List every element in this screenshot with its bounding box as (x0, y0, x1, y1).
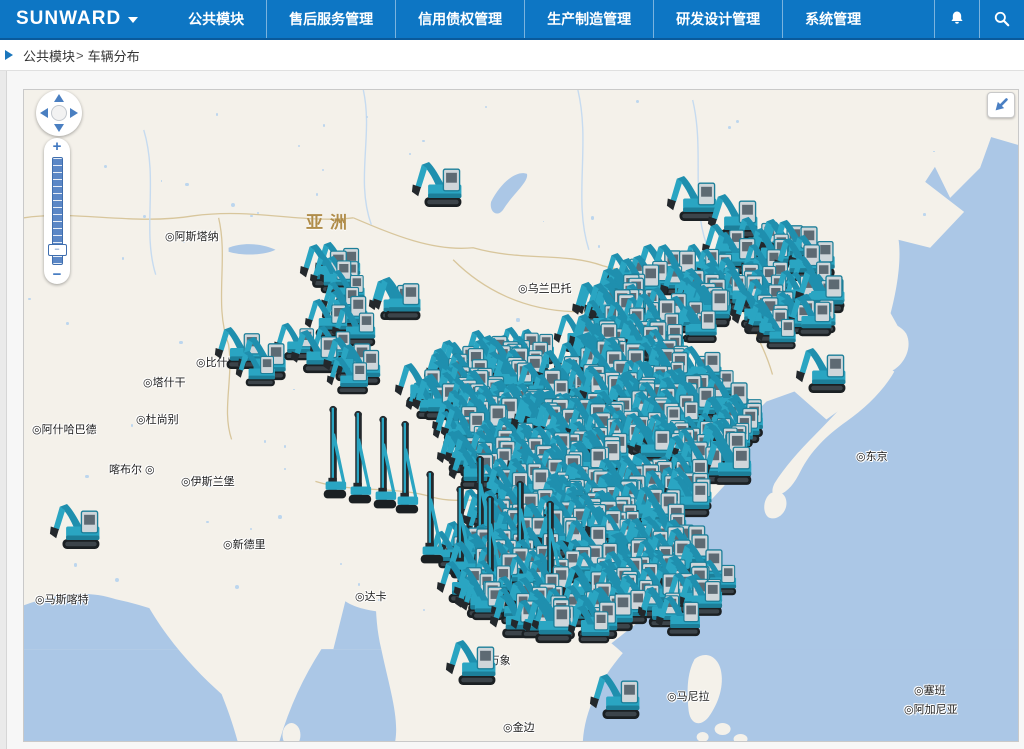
vehicle-marker-excavator[interactable] (326, 356, 371, 395)
vehicle-marker-excavator[interactable] (567, 605, 613, 644)
header-actions (934, 0, 1024, 38)
pan-right-arrow-icon[interactable] (70, 108, 78, 118)
menu-item-0[interactable]: 公共模块 (166, 0, 266, 38)
pan-down-arrow-icon[interactable] (54, 124, 64, 132)
vehicle-marker-drill-rig[interactable] (392, 420, 420, 518)
vehicle-marker-excavator[interactable] (795, 347, 849, 394)
vehicle-marker-drill-rig[interactable] (320, 405, 348, 503)
zoom-slider-track[interactable]: − (52, 157, 63, 265)
vehicle-marker-excavator[interactable] (49, 503, 103, 550)
breadcrumb-bar: 公共模块 > 车辆分布 (0, 40, 1024, 71)
pan-left-arrow-icon[interactable] (40, 108, 48, 118)
vehicle-markers-layer (24, 90, 1018, 741)
breadcrumb-separator: > (76, 48, 84, 63)
bell-icon (947, 9, 967, 29)
map-zoom-control[interactable]: + − − (44, 138, 70, 284)
menu-item-1[interactable]: 售后服务管理 (266, 0, 395, 38)
vehicle-marker-drill-rig[interactable] (417, 470, 445, 568)
vehicle-marker-excavator[interactable] (756, 313, 798, 350)
zoom-slider-handle[interactable]: − (48, 244, 67, 256)
search-button[interactable] (979, 0, 1024, 38)
main-menu: 公共模块售后服务管理信用债权管理生产制造管理研发设计管理系统管理 (166, 0, 883, 38)
app-logo[interactable]: SUNWARD (0, 8, 152, 30)
vehicle-marker-drill-rig[interactable] (345, 410, 373, 508)
zoom-in-button[interactable]: + (53, 138, 62, 156)
breadcrumb-section[interactable]: 公共模块 (23, 46, 75, 65)
vehicle-marker-excavator[interactable] (411, 161, 465, 208)
vehicle-marker-excavator[interactable] (589, 673, 643, 720)
pan-up-arrow-icon[interactable] (54, 94, 64, 102)
collapse-sidebar-icon[interactable] (5, 50, 13, 60)
pan-center-button[interactable] (51, 105, 67, 121)
search-icon (992, 9, 1012, 29)
breadcrumb-page: 车辆分布 (88, 46, 140, 65)
collapsed-sidebar-rail[interactable] (0, 71, 7, 749)
menu-item-2[interactable]: 信用债权管理 (395, 0, 524, 38)
logo-caret-icon (128, 17, 138, 23)
map-collapse-button[interactable] (987, 92, 1015, 118)
top-nav-bar: SUNWARD 公共模块售后服务管理信用债权管理生产制造管理研发设计管理系统管理 (0, 0, 1024, 40)
vehicle-marker-excavator[interactable] (372, 276, 424, 321)
vehicle-distribution-map[interactable]: 亚洲◎阿斯塔纳◎乌兰巴托◎平壤◎首尔◎东京◎比什凯克◎塔什干◎杜尚别◎阿什哈巴德… (23, 89, 1019, 742)
menu-item-4[interactable]: 研发设计管理 (653, 0, 782, 38)
arrow-down-left-icon (992, 96, 1010, 114)
app-logo-text: SUNWARD (16, 8, 121, 30)
menu-item-5[interactable]: 系统管理 (782, 0, 883, 38)
vehicle-marker-excavator[interactable] (445, 639, 499, 686)
notifications-button[interactable] (934, 0, 979, 38)
map-pan-control[interactable] (36, 90, 82, 136)
menu-item-3[interactable]: 生产制造管理 (524, 0, 653, 38)
vehicle-marker-excavator[interactable] (235, 350, 278, 387)
content-area: 亚洲◎阿斯塔纳◎乌兰巴托◎平壤◎首尔◎东京◎比什凯克◎塔什干◎杜尚别◎阿什哈巴德… (0, 71, 1024, 749)
vehicle-marker-excavator[interactable] (655, 595, 703, 637)
zoom-out-button[interactable]: − (53, 266, 62, 284)
